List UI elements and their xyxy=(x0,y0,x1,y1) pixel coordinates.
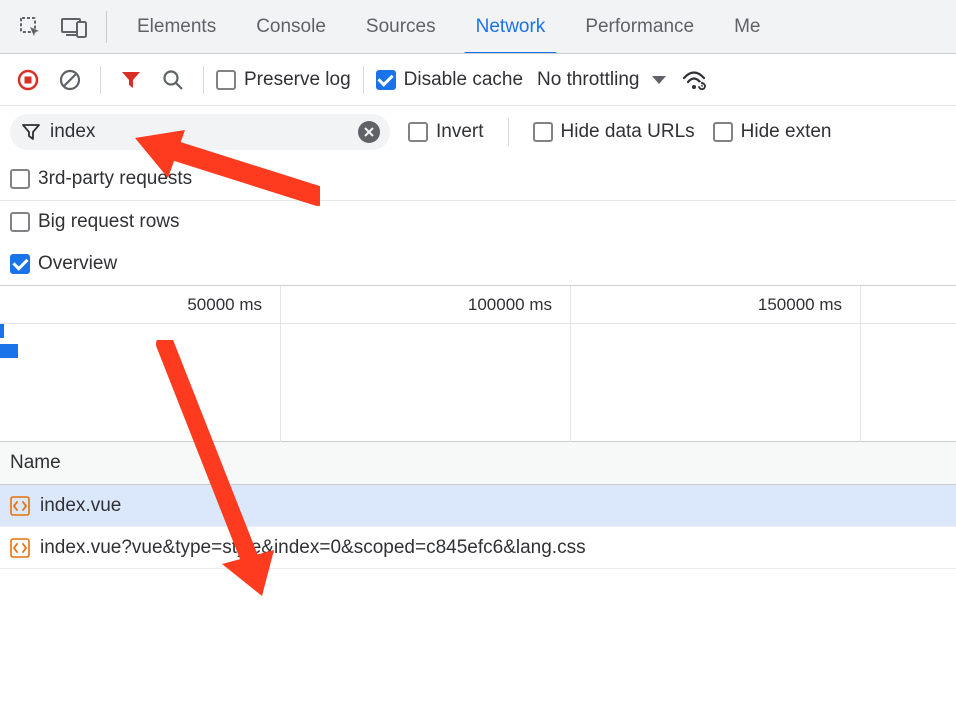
filter-row: Invert Hide data URLs Hide exten xyxy=(0,106,956,158)
filter-input[interactable] xyxy=(10,114,390,150)
checkbox-icon xyxy=(10,212,30,232)
tab-performance[interactable]: Performance xyxy=(565,0,714,54)
network-conditions-icon[interactable] xyxy=(677,62,713,98)
network-toolbar: Preserve log Disable cache No throttling xyxy=(0,54,956,106)
separator xyxy=(363,66,364,94)
overview-checkbox[interactable]: Overview xyxy=(10,253,117,275)
big-request-rows-checkbox[interactable]: Big request rows xyxy=(10,211,180,233)
preserve-log-label: Preserve log xyxy=(244,69,351,91)
record-button-icon[interactable] xyxy=(10,62,46,98)
timeline-activity-icon xyxy=(0,324,18,358)
request-name: index.vue?vue&type=style&index=0&scoped=… xyxy=(40,537,586,559)
checkbox-checked-icon xyxy=(10,254,30,274)
disable-cache-label: Disable cache xyxy=(404,69,523,91)
overview-label: Overview xyxy=(38,253,117,275)
timeline-ruler: 50000 ms 100000 ms 150000 ms xyxy=(0,286,956,324)
big-rows-row: Big request rows xyxy=(0,201,956,243)
divider xyxy=(106,11,107,43)
hide-extension-checkbox[interactable]: Hide exten xyxy=(713,121,832,143)
checkbox-icon xyxy=(408,122,428,142)
code-file-icon xyxy=(10,538,30,558)
third-party-label: 3rd-party requests xyxy=(38,168,192,190)
checkbox-icon xyxy=(713,122,733,142)
timeline-tick xyxy=(860,286,956,323)
overview-row: Overview xyxy=(0,243,956,285)
code-file-icon xyxy=(10,496,30,516)
timeline-tick: 50000 ms xyxy=(0,286,280,323)
checkbox-checked-icon xyxy=(376,70,396,90)
hide-data-urls-label: Hide data URLs xyxy=(561,121,695,143)
separator xyxy=(203,66,204,94)
invert-label: Invert xyxy=(436,121,484,143)
timeline-tick: 100000 ms xyxy=(280,286,570,323)
filter-toggle-icon[interactable] xyxy=(113,62,149,98)
requests-header-name[interactable]: Name xyxy=(0,441,956,485)
search-icon[interactable] xyxy=(155,62,191,98)
request-row[interactable]: index.vue xyxy=(0,485,956,527)
timeline-tick: 150000 ms xyxy=(570,286,860,323)
third-party-row: 3rd-party requests xyxy=(0,158,956,201)
hide-data-urls-checkbox[interactable]: Hide data URLs xyxy=(533,121,695,143)
throttling-dropdown[interactable]: No throttling xyxy=(537,69,667,91)
disable-cache-checkbox[interactable]: Disable cache xyxy=(376,69,523,91)
timeline-body xyxy=(0,324,956,442)
preserve-log-checkbox[interactable]: Preserve log xyxy=(216,69,351,91)
clear-filter-icon[interactable] xyxy=(358,121,380,143)
big-rows-label: Big request rows xyxy=(38,211,180,233)
checkbox-icon xyxy=(533,122,553,142)
request-name: index.vue xyxy=(40,495,121,517)
request-row[interactable]: index.vue?vue&type=style&index=0&scoped=… xyxy=(0,527,956,569)
third-party-checkbox[interactable]: 3rd-party requests xyxy=(10,168,192,190)
tab-console[interactable]: Console xyxy=(236,0,346,54)
timeline-overview[interactable]: 50000 ms 100000 ms 150000 ms xyxy=(0,285,956,441)
devtools-tabs-bar: Elements Console Sources Network Perform… xyxy=(0,0,956,54)
inspect-element-icon[interactable] xyxy=(8,0,52,54)
filter-text-field[interactable] xyxy=(50,121,348,143)
checkbox-icon xyxy=(216,70,236,90)
funnel-icon xyxy=(22,123,40,141)
checkbox-icon xyxy=(10,169,30,189)
tab-sources[interactable]: Sources xyxy=(346,0,456,54)
tab-elements[interactable]: Elements xyxy=(117,0,236,54)
chevron-down-icon xyxy=(651,74,667,86)
hide-extension-label: Hide exten xyxy=(741,121,832,143)
throttling-label: No throttling xyxy=(537,69,639,91)
tab-network[interactable]: Network xyxy=(456,0,566,54)
separator xyxy=(100,66,101,94)
tab-truncated[interactable]: Me xyxy=(714,0,780,54)
separator xyxy=(508,118,509,146)
invert-checkbox[interactable]: Invert xyxy=(408,121,484,143)
device-toolbar-icon[interactable] xyxy=(52,0,96,54)
clear-button-icon[interactable] xyxy=(52,62,88,98)
